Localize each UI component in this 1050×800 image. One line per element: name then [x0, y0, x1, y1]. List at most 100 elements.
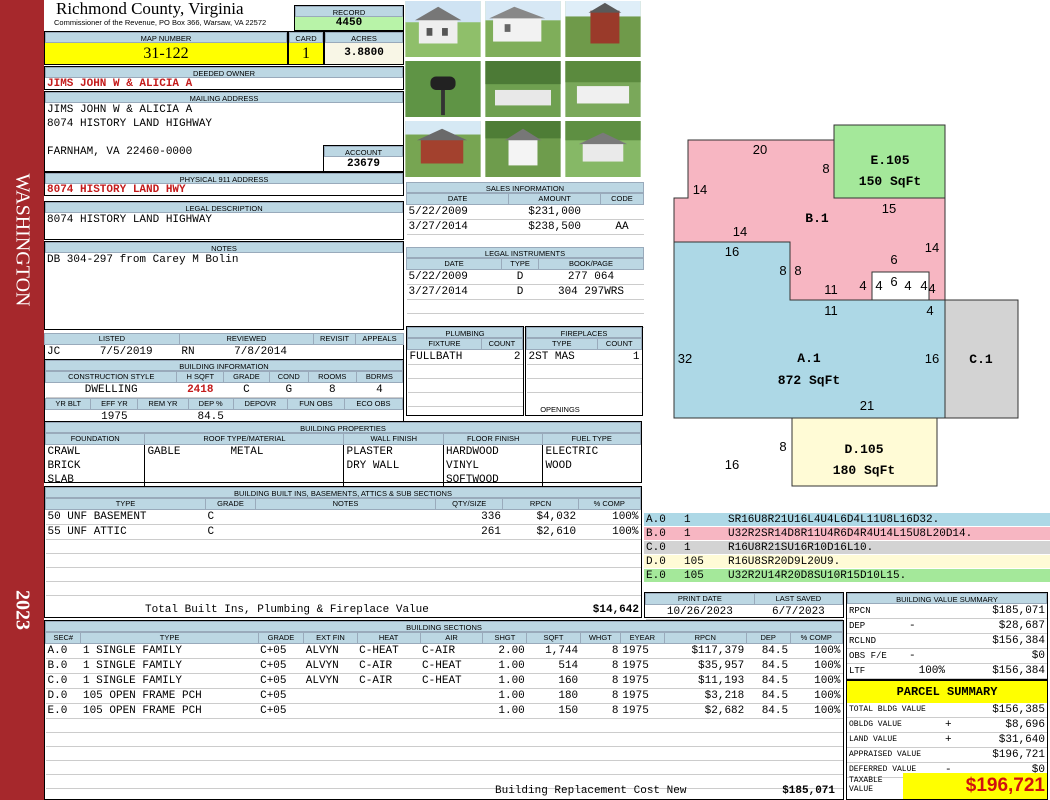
column-header: % COMP [789, 632, 844, 644]
table-row: DWELLING 2418 C G 8 4 [45, 382, 403, 398]
map-label: MAP NUMBER [45, 32, 287, 43]
foundation-item: CRAWL [47, 446, 81, 458]
column-header: EXT FIN [303, 632, 358, 644]
sections-total-label: Building Replacement Cost New [495, 785, 687, 797]
column-header: BOOK/PAGE [537, 258, 645, 270]
column-header: REM YR [137, 398, 189, 410]
barn-photo[interactable] [564, 0, 642, 58]
dimension-label: 4 [875, 278, 882, 293]
table-row: 2ST MAS 1 [526, 349, 642, 365]
built-ins: BUILDING BUILT INS, BASEMENTS, ATTICS & … [44, 486, 642, 618]
column-header: DATE [405, 193, 510, 205]
physical-address-value: 8074 HISTORY LAND HWY [47, 184, 186, 196]
shed-photo[interactable] [404, 120, 482, 178]
account-label: ACCOUNT [324, 146, 403, 157]
area-size-a: 872 SqFt [778, 373, 840, 388]
dimension-label: 11 [824, 303, 838, 318]
legal-description: LEGAL DESCRIPTION 8074 HISTORY LAND HIGH… [44, 201, 404, 240]
record-number: 4450 [295, 17, 403, 30]
vector-row: D.0 105 R16U8SR20D9L20U9. [644, 555, 1050, 569]
foundation-item: SLAB [47, 474, 74, 486]
table-row: TOTAL BLDG VALUE $156,385 [847, 703, 1047, 718]
builtins-title: BUILDING BUILT INS, BASEMENTS, ATTICS & … [45, 487, 641, 498]
column-header: RPCN [663, 632, 747, 644]
legal-instruments-title: LEGAL INSTRUMENTS [406, 247, 644, 258]
house-photo[interactable] [484, 0, 562, 58]
table-row: FULLBATH 2 [407, 349, 523, 365]
last-saved-date: 6/7/2023 [754, 604, 843, 620]
area-label-c: C.1 [969, 352, 993, 367]
area-size-d: 180 SqFt [833, 463, 895, 478]
dimension-label: 8 [794, 263, 801, 278]
column-header: NOTES [255, 498, 436, 510]
county-name: Richmond County, Virginia [56, 0, 244, 18]
deeded-owner: DEEDED OWNER JIMS JOHN W & ALICIA A [44, 66, 404, 90]
fireplaces: FIREPLACES TYPE COUNT 2ST MAS 1 OPENINGS [525, 326, 643, 416]
card-label: CARD [289, 32, 323, 43]
listed-by: JC [47, 346, 61, 358]
roof-material: METAL [230, 446, 264, 458]
fuel-item: WOOD [545, 460, 572, 472]
wall-item: PLASTER [346, 446, 393, 458]
column-header: DEP [745, 632, 791, 644]
house-photo[interactable] [484, 60, 562, 118]
dimension-label: 16 [725, 244, 739, 259]
column-header: RPCN [502, 498, 579, 510]
column-header: PRINT DATE [645, 593, 755, 605]
column-header: REVIEWED [178, 333, 315, 345]
table-row: 5/22/2009 $231,000 [406, 204, 644, 220]
reviewed-by: RN [181, 346, 195, 358]
mailbox-photo[interactable] [404, 60, 482, 118]
dimension-label: 6 [890, 274, 897, 289]
column-header: DEP % [187, 398, 234, 410]
dimension-label: 8 [779, 439, 786, 454]
legal-instruments: LEGAL INSTRUMENTS DATE TYPE BOOK/PAGE 5/22… [405, 247, 645, 328]
openings-label: OPENINGS [540, 405, 580, 414]
dimension-label: 32 [678, 351, 692, 366]
table-row: RPCN $185,071 [847, 604, 1047, 619]
sections-table: SEC# TYPE GRADE EXT FIN HEAT AIR SHGT SQFT WHGT E… [44, 632, 844, 800]
parcel-summary: PARCEL SUMMARY TOTAL BLDG VALUE $156,385 O… [846, 680, 1048, 800]
column-header: ROOF TYPE/MATERIAL [144, 433, 345, 445]
column-header: TYPE [45, 498, 206, 510]
foundation-item: BRICK [47, 460, 81, 472]
column-header: TYPE [80, 632, 259, 644]
column-header: FUN OBS [287, 398, 345, 410]
card-number: 1 [289, 43, 323, 64]
column-header: SEC# [44, 632, 82, 644]
table-row: OBS F/E - $0 [847, 648, 1047, 664]
column-header: EYEAR [619, 632, 665, 644]
table-row: 55 UNF ATTIC C 261 $2,610 100% [45, 524, 641, 540]
vector-row: A.0 1 SR16U8R21U16L4U4L6D4L11U8L16D32. [644, 513, 1050, 527]
column-header: GRADE [223, 371, 270, 383]
house-photo[interactable] [564, 120, 642, 178]
building-value-summary: BUILDING VALUE SUMMARY RPCN $185,071 DEP - $… [846, 592, 1048, 680]
dimension-label: 4 [928, 281, 935, 296]
column-header: HEAT [356, 632, 421, 644]
deeded-owner-name: JIMS JOHN W & ALICIA A [47, 78, 193, 90]
sales-table: DATE AMOUNT CODE 5/22/2009 $231,000 3/27/20… [405, 193, 645, 249]
column-header: LAST SAVED [753, 593, 844, 605]
table-row: 50 UNF BASEMENT C 336 $4,032 100% [45, 509, 641, 525]
roof-type: GABLE [147, 446, 181, 458]
dimension-label: 4 [926, 303, 933, 318]
builtins-total-label: Total Built Ins, Plumbing & Fireplace Va… [145, 604, 429, 616]
fuel-item: ELECTRIC [545, 446, 599, 458]
table-row: 3/27/2014 $238,500 AA [406, 219, 644, 235]
deeded-label: DEEDED OWNER [45, 67, 403, 78]
dimension-label: 8 [779, 263, 786, 278]
properties-title: BUILDING PROPERTIES [45, 422, 641, 433]
table-row: 3/27/2014 D 304 297WRS [406, 284, 644, 300]
legal-label: LEGAL DESCRIPTION [45, 202, 403, 213]
house-photo[interactable] [564, 60, 642, 118]
shed-photo[interactable] [484, 120, 562, 178]
area-label-e: E.105 [870, 153, 909, 168]
table-row: LTF 100% $156,384 [847, 663, 1047, 679]
column-header: TYPE [526, 338, 598, 350]
building-sketch: B.1 E.105 150 SqFt A.1 872 SqFt C.1 D.10… [644, 0, 1050, 512]
table-row: B.0 1 SINGLE FAMILY C+05 ALVYN C-AIR C-HEAT 1.… [45, 658, 843, 674]
column-header: LISTED [44, 333, 180, 345]
dimension-label: 14 [733, 224, 747, 239]
house-photo[interactable] [404, 0, 482, 58]
column-header: EFF YR [90, 398, 139, 410]
